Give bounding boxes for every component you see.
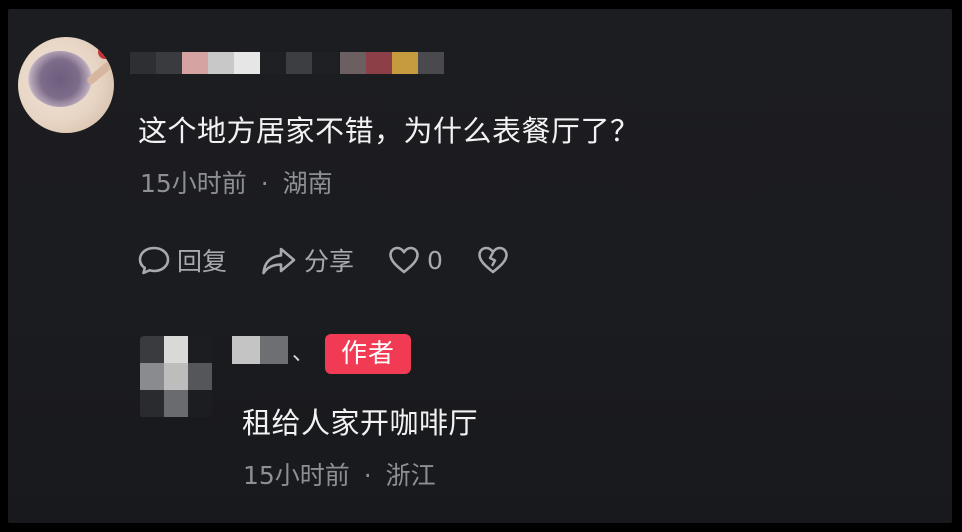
comment-time: 15小时前 — [140, 169, 247, 198]
commenter-name-redacted-2 — [340, 52, 444, 74]
dislike-button[interactable] — [476, 243, 516, 277]
meta-separator: · — [363, 461, 372, 490]
reply-location: 浙江 — [385, 461, 436, 490]
reply-name-redacted[interactable] — [232, 336, 288, 364]
reply-text: 租给人家开咖啡厅 — [242, 406, 479, 440]
avatar-image-bowl — [28, 51, 92, 107]
share-arrow-icon — [262, 247, 296, 275]
comment-location: 湖南 — [282, 169, 333, 198]
reply-avatar-redacted[interactable] — [140, 336, 212, 418]
name-punctuation: 、 — [292, 341, 315, 366]
avatar-image-berry — [98, 45, 112, 59]
reply-time: 15小时前 — [243, 461, 350, 490]
comment-actions: 回复 分享 0 — [137, 240, 549, 280]
reply-meta: 15小时前 · 浙江 — [243, 456, 436, 492]
commenter-name-redacted[interactable] — [130, 52, 338, 74]
reply-button[interactable]: 回复 — [137, 242, 227, 278]
broken-heart-icon — [478, 246, 508, 274]
comment-bubble-icon — [138, 246, 170, 275]
comment-text: 这个地方居家不错，为什么表餐厅了？ — [138, 114, 640, 148]
author-badge: 作者 — [325, 334, 411, 374]
comment-meta: 15小时前 · 湖南 — [140, 164, 333, 200]
reply-label: 回复 — [177, 247, 228, 276]
share-button[interactable]: 分享 — [260, 242, 354, 278]
meta-separator: · — [260, 169, 269, 198]
like-button[interactable]: 0 — [387, 243, 443, 277]
heart-icon — [389, 246, 419, 274]
like-count: 0 — [427, 245, 443, 275]
share-label: 分享 — [304, 247, 355, 276]
commenter-avatar[interactable] — [18, 37, 114, 133]
